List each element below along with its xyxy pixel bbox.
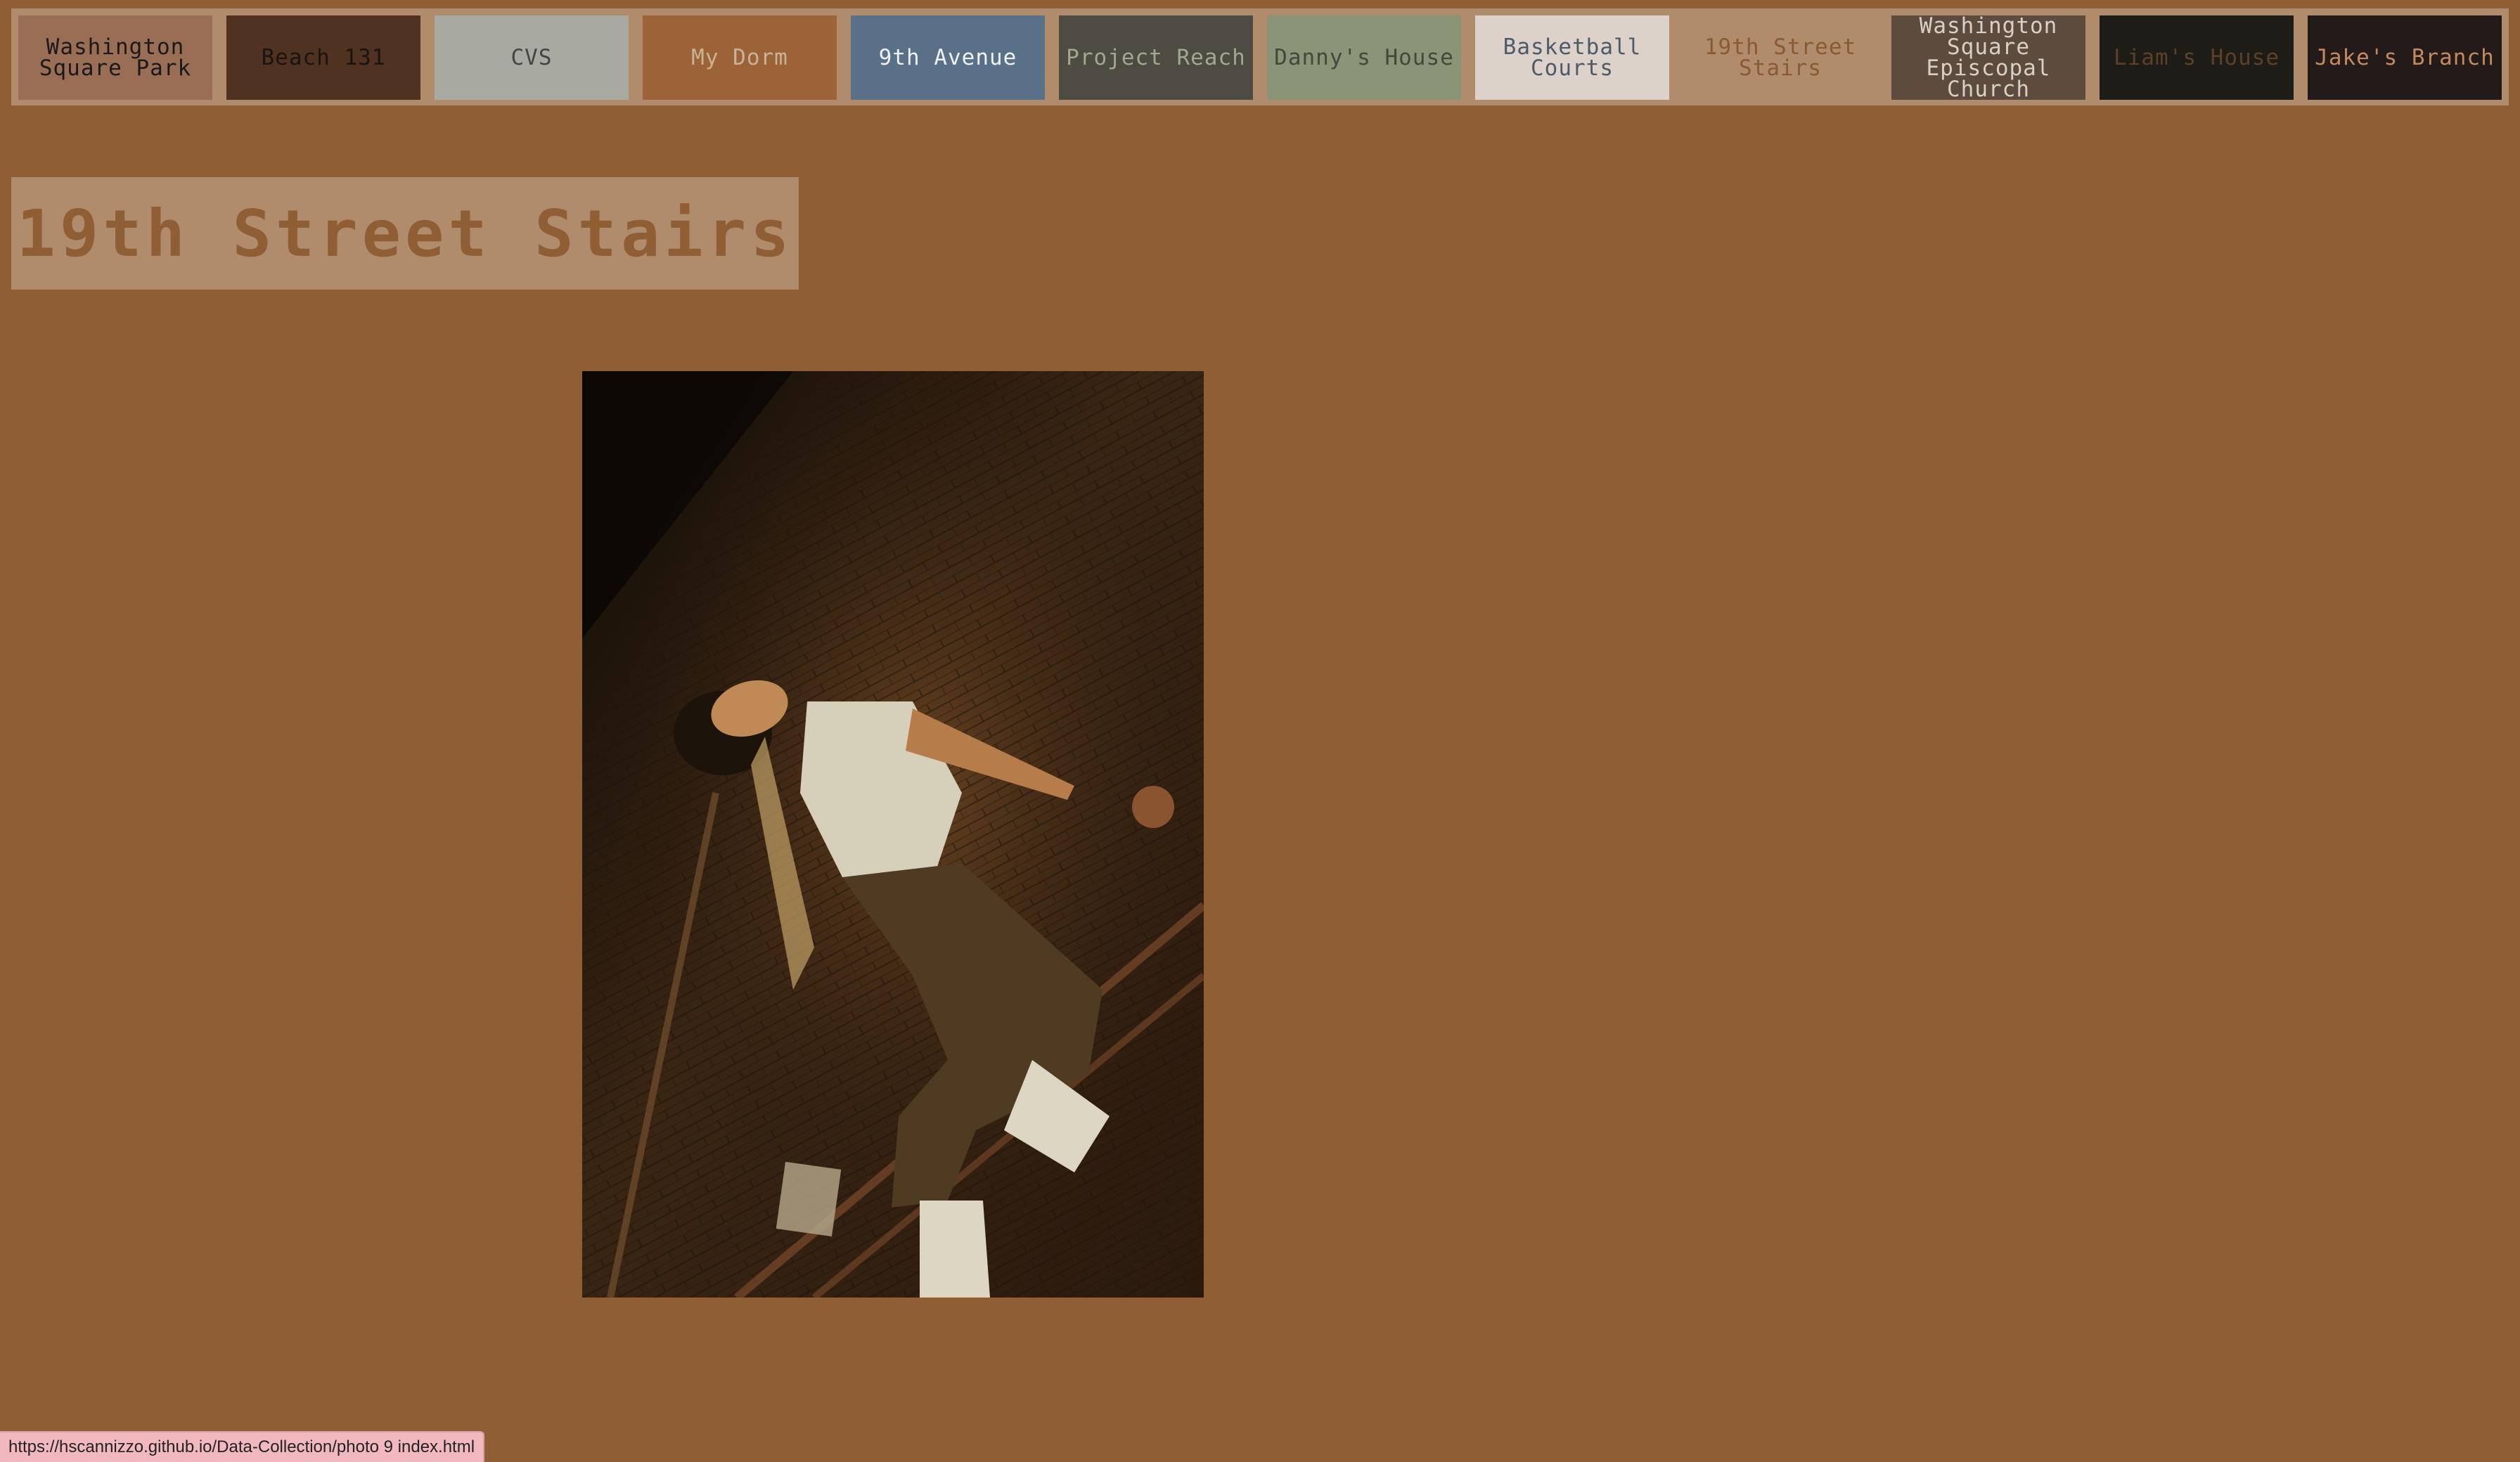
nav-link-jakes-branch[interactable]: Jake's Branch	[2308, 15, 2502, 100]
nav-link-washington-square-episcopal-church[interactable]: Washington Square Episcopal Church	[1891, 13, 2085, 102]
nav-link-label: Washington Square Park	[39, 34, 192, 81]
nav-link-project-reach[interactable]: Project Reach	[1059, 15, 1253, 100]
nav-link-beach-131[interactable]: Beach 131	[226, 15, 420, 100]
nav-link-liams-house[interactable]: Liam's House	[2100, 15, 2294, 100]
nav-link-19th-street-stairs[interactable]: 19th Street Stairs	[1683, 15, 1877, 100]
nav-link-label: Jake's Branch	[2315, 45, 2495, 70]
nav-link-label: Project Reach	[1066, 45, 1246, 70]
photo-image	[582, 371, 1204, 1298]
status-url: https://hscannizzo.github.io/Data-Collec…	[8, 1437, 475, 1456]
page-title-box: 19th Street Stairs	[11, 177, 799, 290]
nav-link-basketball-courts[interactable]: Basketball Courts	[1475, 15, 1669, 100]
photo-19th-street-stairs	[582, 371, 1204, 1298]
link-url-status-bar: https://hscannizzo.github.io/Data-Collec…	[0, 1431, 485, 1462]
nav-link-label: 9th Avenue	[878, 45, 1017, 70]
nav-link-label: Beach 131	[261, 45, 386, 70]
nav-link-label: Basketball Courts	[1503, 34, 1642, 81]
nav-link-label: Liam's House	[2114, 45, 2280, 70]
nav-link-my-dorm[interactable]: My Dorm	[643, 15, 837, 100]
nav-link-cvs[interactable]: CVS	[435, 15, 629, 100]
top-navigation-bar: Washington Square Park Beach 131 CVS My Dor…	[11, 8, 2509, 105]
nav-link-label: My Dorm	[691, 45, 788, 70]
nav-link-label: CVS	[510, 45, 553, 70]
nav-link-label: Washington Square Episcopal Church	[1919, 13, 2058, 102]
nav-link-dannys-house[interactable]: Danny's House	[1267, 15, 1461, 100]
nav-link-label: Danny's House	[1274, 45, 1454, 70]
nav-link-9th-avenue[interactable]: 9th Avenue	[851, 15, 1045, 100]
nav-link-washington-square-park[interactable]: Washington Square Park	[18, 15, 212, 100]
nav-link-label: 19th Street Stairs	[1704, 34, 1857, 81]
page-title: 19th Street Stairs	[16, 195, 794, 271]
